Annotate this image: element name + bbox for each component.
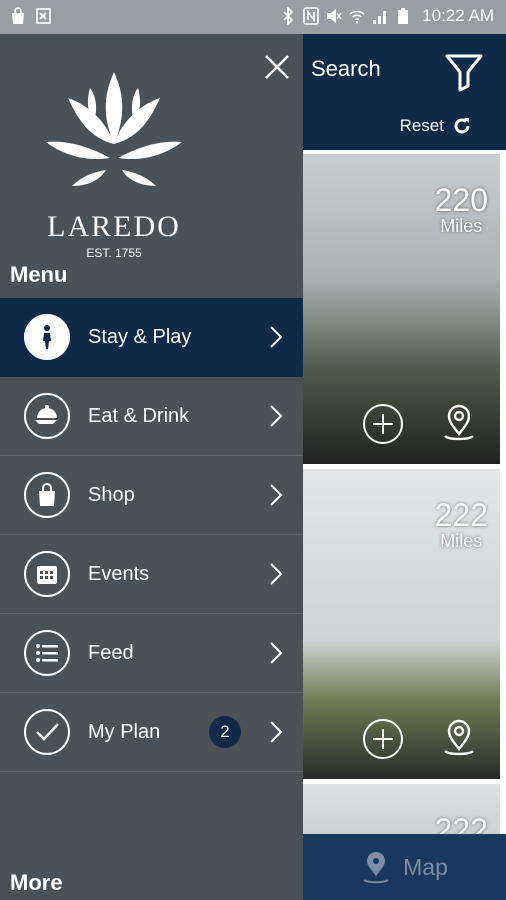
menu-item-my-plan[interactable]: My Plan 2 xyxy=(0,693,303,772)
map-label: Map xyxy=(403,853,448,880)
shopping-bag-icon xyxy=(24,472,70,518)
chevron-right-icon xyxy=(270,563,283,585)
distance-label: 220 Miles xyxy=(435,184,488,237)
menu-item-label: Events xyxy=(88,562,150,585)
menu-item-label: Shop xyxy=(88,483,135,506)
reset-button[interactable]: Reset xyxy=(400,116,472,136)
nfc-icon xyxy=(303,7,319,25)
menu-item-label: Feed xyxy=(88,641,134,664)
menu-item-label: Stay & Play xyxy=(88,325,192,348)
map-pin-icon xyxy=(363,852,389,884)
wifi-icon xyxy=(349,10,365,24)
status-bar: 10:22 AM xyxy=(0,0,506,34)
navigation-drawer: LAREDO EST. 1755 Menu Stay & Play Eat & … xyxy=(0,34,303,900)
menu-item-shop[interactable]: Shop xyxy=(0,456,303,535)
plan-count-badge: 2 xyxy=(209,716,241,748)
add-to-plan-icon[interactable] xyxy=(363,719,403,759)
distance-unit: Miles xyxy=(440,216,483,236)
reset-label: Reset xyxy=(399,116,444,135)
menu-item-eat-drink[interactable]: Eat & Drink xyxy=(0,377,303,456)
chevron-right-icon xyxy=(270,484,283,506)
menu-heading: Menu xyxy=(10,262,68,287)
refresh-icon xyxy=(454,118,470,134)
menu-item-stay-play[interactable]: Stay & Play xyxy=(0,298,303,377)
distance-value: 220 xyxy=(434,182,488,218)
map-button[interactable]: Map xyxy=(303,834,506,900)
content-panel: Search Reset 220 Miles 222 Miles 222 Map xyxy=(303,34,506,900)
chevron-right-icon xyxy=(270,405,283,427)
top-bar: Search Reset xyxy=(303,34,506,150)
laredo-logo: LAREDO EST. 1755 xyxy=(36,62,192,260)
search-label[interactable]: Search xyxy=(311,56,381,82)
menu-item-events[interactable]: Events xyxy=(0,535,303,614)
distance-label: 222 Miles xyxy=(435,499,488,552)
bluetooth-icon xyxy=(283,7,294,25)
calendar-icon xyxy=(24,551,70,597)
location-pin-icon[interactable] xyxy=(439,404,479,444)
chevron-right-icon xyxy=(270,642,283,664)
logo-wordmark: LAREDO xyxy=(47,210,181,243)
status-time: 10:22 AM xyxy=(422,6,494,25)
distance-value: 222 xyxy=(434,497,488,533)
menu-item-label: Eat & Drink xyxy=(88,404,190,427)
menu-list: Stay & Play Eat & Drink Shop Events Feed… xyxy=(0,298,303,772)
add-to-plan-icon[interactable] xyxy=(363,404,403,444)
list-icon xyxy=(24,630,70,676)
chevron-right-icon xyxy=(270,326,283,348)
location-pin-icon[interactable] xyxy=(439,719,479,759)
image-x-icon xyxy=(36,8,51,24)
close-icon[interactable] xyxy=(262,52,292,82)
distance-unit: Miles xyxy=(440,531,483,551)
shopping-bag-icon xyxy=(12,7,24,24)
menu-item-feed[interactable]: Feed xyxy=(0,614,303,693)
more-heading: More xyxy=(10,870,63,895)
checkmark-icon xyxy=(24,709,70,755)
walking-person-icon xyxy=(24,314,70,360)
logo-est: EST. 1755 xyxy=(86,246,142,260)
battery-icon xyxy=(398,8,409,24)
mute-icon xyxy=(327,9,342,23)
menu-item-label: My Plan xyxy=(88,720,161,743)
agave-logo-icon xyxy=(46,72,182,186)
filter-icon[interactable] xyxy=(444,52,484,92)
food-cloche-icon xyxy=(24,393,70,439)
chevron-right-icon xyxy=(270,721,283,743)
signal-icon xyxy=(373,11,387,24)
listing-card[interactable]: 220 Miles xyxy=(303,154,500,464)
listing-card[interactable]: 222 Miles xyxy=(303,469,500,779)
